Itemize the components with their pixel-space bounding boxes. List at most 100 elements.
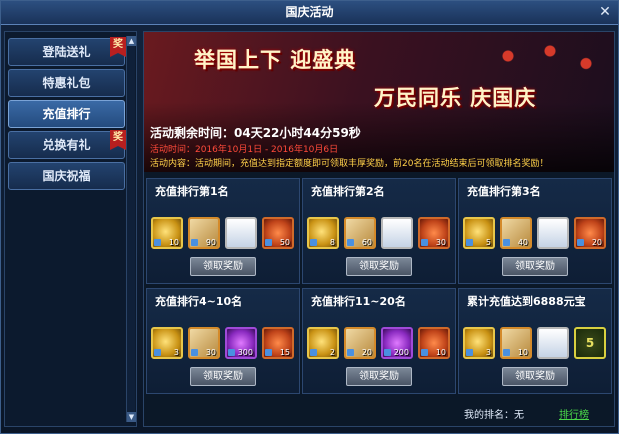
gem-icon[interactable]: 300 <box>225 327 257 359</box>
bound-icon <box>384 349 391 356</box>
main-panel: 举国上下 迎盛典 万民同乐 庆国庆 活动剩余时间：04天22小时44分59秒 活… <box>143 31 615 427</box>
reward-items: 5 40 20 <box>463 217 609 249</box>
sidebar-item-label: 充值排行 <box>42 107 91 121</box>
item-qty: 8 <box>329 238 335 247</box>
reward-items: 8 60 30 <box>307 217 453 249</box>
item-qty: 30 <box>435 238 446 247</box>
item-qty: 10 <box>517 348 528 357</box>
scroll-down-icon[interactable]: ▼ <box>127 412 136 422</box>
sidebar-item-special-pack[interactable]: 特惠礼包 <box>8 69 125 97</box>
sidebar-item-national-wishes[interactable]: 国庆祝福 <box>8 162 125 190</box>
item-qty: 5 <box>585 336 595 350</box>
reward-badge: 奖 <box>110 37 126 57</box>
reward-items: 3 10 5 <box>463 327 609 359</box>
event-time: 活动时间：2016年10月1日 - 2016年10月6日 <box>150 145 339 155</box>
scroll-up-icon[interactable]: ▲ <box>127 36 136 46</box>
claim-reward-button[interactable]: 领取奖励 <box>190 257 256 276</box>
item-qty: 3 <box>173 348 179 357</box>
sidebar-item-label: 登陆送礼 <box>42 45 91 59</box>
claim-reward-button[interactable]: 领取奖励 <box>190 367 256 386</box>
item-qty: 3 <box>485 348 491 357</box>
reward-panel-rank-3: 充值排行第3名 5 40 20 领取奖励 <box>458 178 612 284</box>
bound-icon <box>191 239 198 246</box>
lantern-decoration <box>484 36 604 86</box>
claim-reward-button[interactable]: 领取奖励 <box>346 257 412 276</box>
gem-icon[interactable]: 200 <box>381 327 413 359</box>
reward-panel-title: 充值排行11~20名 <box>311 295 406 308</box>
item-qty: 5 <box>485 238 491 247</box>
bound-icon <box>577 239 584 246</box>
reward-badge: 奖 <box>110 130 126 150</box>
reward-panel-title: 充值排行4~10名 <box>155 295 243 308</box>
claim-reward-button[interactable]: 领取奖励 <box>346 367 412 386</box>
scroll-icon[interactable]: 90 <box>188 217 220 249</box>
scroll-icon[interactable]: 20 <box>344 327 376 359</box>
claim-reward-button[interactable]: 领取奖励 <box>502 257 568 276</box>
scroll-icon[interactable]: 10 <box>500 327 532 359</box>
sidebar-item-recharge-rank[interactable]: 充值排行 <box>8 100 125 128</box>
item-qty: 60 <box>361 238 372 247</box>
leaderboard-link[interactable]: 排行榜 <box>559 406 589 421</box>
gold-ingot-icon[interactable]: 5 <box>463 217 495 249</box>
bound-icon <box>265 349 272 356</box>
scroll-icon[interactable]: 40 <box>500 217 532 249</box>
bound-icon <box>265 239 272 246</box>
reward-panel-title: 累计充值达到6888元宝 <box>467 295 586 308</box>
character-icon[interactable] <box>381 217 413 249</box>
bound-icon <box>228 349 235 356</box>
character-icon[interactable] <box>537 217 569 249</box>
ore-icon[interactable]: 15 <box>262 327 294 359</box>
gold-ingot-icon[interactable]: 2 <box>307 327 339 359</box>
sidebar-item-login-gift[interactable]: 登陆送礼 奖 <box>8 37 126 66</box>
coin-icon[interactable]: 5 <box>574 327 606 359</box>
bound-icon <box>154 349 161 356</box>
bound-icon <box>191 349 198 356</box>
ore-icon[interactable]: 50 <box>262 217 294 249</box>
banner-slogan-1: 举国上下 迎盛典 <box>194 48 357 72</box>
bound-icon <box>503 349 510 356</box>
bound-icon <box>310 239 317 246</box>
item-qty: 20 <box>361 348 372 357</box>
reward-panel-rank-4-10: 充值排行4~10名 3 30 300 15 领取奖励 <box>146 288 300 394</box>
character-icon[interactable] <box>537 327 569 359</box>
sidebar-item-exchange[interactable]: 兑换有礼 奖 <box>8 130 126 159</box>
sidebar-scrollbar[interactable]: ▲ ▼ <box>126 36 136 422</box>
character-icon[interactable] <box>225 217 257 249</box>
gold-ingot-icon[interactable]: 10 <box>151 217 183 249</box>
gold-ingot-icon[interactable]: 3 <box>151 327 183 359</box>
scroll-icon[interactable]: 60 <box>344 217 376 249</box>
ore-icon[interactable]: 20 <box>574 217 606 249</box>
gold-ingot-icon[interactable]: 8 <box>307 217 339 249</box>
sidebar-item-label: 国庆祝福 <box>42 169 91 183</box>
bound-icon <box>466 349 473 356</box>
bound-icon <box>310 349 317 356</box>
item-qty: 10 <box>435 348 446 357</box>
reward-panel-rank-11-20: 充值排行11~20名 2 20 200 10 领取奖励 <box>302 288 456 394</box>
bound-icon <box>347 239 354 246</box>
item-qty: 20 <box>591 238 602 247</box>
bound-icon <box>421 239 428 246</box>
window-title: 国庆活动 <box>285 5 334 19</box>
reward-panel-title: 充值排行第2名 <box>311 185 385 198</box>
title-bar: 国庆活动 ✕ <box>1 1 618 25</box>
reward-panel-rank-2: 充值排行第2名 8 60 30 领取奖励 <box>302 178 456 284</box>
ore-icon[interactable]: 30 <box>418 217 450 249</box>
my-rank: 我的排名：无 <box>464 410 524 421</box>
scroll-icon[interactable]: 30 <box>188 327 220 359</box>
reward-panel-rank-1: 充值排行第1名 10 90 50 领取奖励 <box>146 178 300 284</box>
claim-reward-button[interactable]: 领取奖励 <box>502 367 568 386</box>
gold-ingot-icon[interactable]: 3 <box>463 327 495 359</box>
close-icon[interactable]: ✕ <box>596 3 614 21</box>
item-qty: 2 <box>329 348 335 357</box>
reward-items: 2 20 200 10 <box>307 327 453 359</box>
reward-panel-title: 充值排行第1名 <box>155 185 229 198</box>
sidebar-item-label: 特惠礼包 <box>42 76 91 90</box>
item-qty: 300 <box>237 348 253 357</box>
remaining-time: 活动剩余时间：04天22小时44分59秒 <box>150 126 361 140</box>
bound-icon <box>347 349 354 356</box>
item-qty: 15 <box>279 348 290 357</box>
reward-panel-title: 充值排行第3名 <box>467 185 541 198</box>
ore-icon[interactable]: 10 <box>418 327 450 359</box>
item-qty: 30 <box>205 348 216 357</box>
sidebar-item-label: 兑换有礼 <box>42 138 91 152</box>
